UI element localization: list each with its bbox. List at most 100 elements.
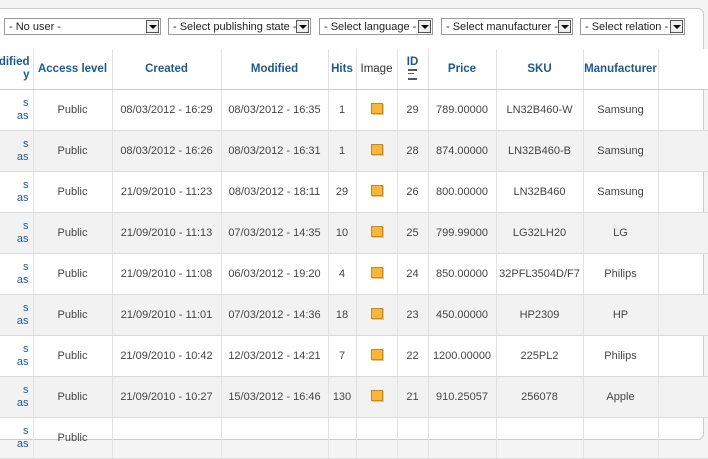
image-icon[interactable] — [370, 349, 383, 360]
author-alias[interactable]: as — [0, 356, 29, 369]
access-level-cell: Public — [33, 376, 113, 418]
modified-cell: 08/03/2012 - 18:11 — [221, 171, 329, 213]
extra-cell — [658, 89, 708, 131]
created-cell: 08/03/2012 - 16:26 — [112, 130, 222, 172]
price-cell: 874.00000 — [428, 130, 497, 172]
price-cell: 799.99000 — [428, 212, 497, 254]
author-alias[interactable]: as — [0, 438, 29, 451]
created-cell: 21/09/2010 - 11:13 — [112, 212, 222, 254]
author-link[interactable]: s — [0, 138, 29, 151]
table-row[interactable]: s as Public 21/09/2010 - 11:01 07/03/2012 - … — [0, 294, 708, 336]
id-cell: 23 — [397, 294, 429, 336]
image-cell — [356, 130, 398, 172]
table-row[interactable]: s as Public 21/09/2010 - 10:27 15/03/2012 - … — [0, 376, 708, 418]
sku-cell: 32PFL3504D/F7 — [496, 253, 584, 295]
table-row[interactable]: s as Public 21/09/2010 - 10:42 12/03/2012 - … — [0, 335, 708, 377]
access-level-cell: Public — [33, 335, 113, 377]
author-link[interactable]: s — [0, 384, 29, 397]
author-link[interactable]: s — [0, 220, 29, 233]
col-price-header[interactable]: Price — [428, 49, 497, 90]
relation-filter-select[interactable]: - Select relation - — [580, 18, 685, 35]
modified-cell: 15/03/2012 - 16:46 — [221, 376, 329, 418]
table-row[interactable]: s as Public 08/03/2012 - 16:29 08/03/2012 - … — [0, 89, 708, 131]
access-level-cell: Public — [33, 253, 113, 295]
author-alias[interactable]: as — [0, 397, 29, 410]
user-filter-select[interactable]: - No user - — [4, 18, 161, 35]
author-link[interactable]: s — [0, 425, 29, 438]
price-cell — [428, 417, 497, 459]
extra-cell — [658, 171, 708, 213]
modified-cell: 07/03/2012 - 14:35 — [221, 212, 329, 254]
id-cell: 25 — [397, 212, 429, 254]
chevron-down-icon[interactable] — [418, 20, 431, 33]
access-level-cell: Public — [33, 294, 113, 336]
author-alias[interactable]: as — [0, 110, 29, 123]
table-row[interactable]: s as Public — [0, 417, 708, 459]
image-icon[interactable] — [370, 103, 383, 114]
manufacturer-cell: HP — [583, 294, 659, 336]
image-icon[interactable] — [370, 390, 383, 401]
language-filter-value: - Select language - — [324, 21, 417, 33]
manufacturer-cell — [583, 417, 659, 459]
image-icon[interactable] — [370, 308, 383, 319]
manufacturer-cell: Samsung — [583, 89, 659, 131]
hits-cell: 7 — [328, 335, 357, 377]
chevron-down-icon[interactable] — [296, 20, 309, 33]
author-alias[interactable]: as — [0, 192, 29, 205]
extra-cell — [658, 130, 708, 172]
chevron-down-icon[interactable] — [146, 20, 159, 33]
col-access-level-header[interactable]: Access level — [33, 49, 113, 90]
language-filter-select[interactable]: - Select language - — [319, 18, 433, 35]
hits-cell: 1 — [328, 130, 357, 172]
col-id-header[interactable]: ID — [397, 49, 429, 90]
author-alias[interactable]: as — [0, 274, 29, 287]
image-icon[interactable] — [370, 267, 383, 278]
id-cell — [397, 417, 429, 459]
image-icon[interactable] — [370, 144, 383, 155]
chevron-down-icon[interactable] — [670, 20, 683, 33]
created-cell: 21/09/2010 - 11:01 — [112, 294, 222, 336]
id-cell: 21 — [397, 376, 429, 418]
col-created-header[interactable]: Created — [112, 49, 222, 90]
id-cell: 26 — [397, 171, 429, 213]
image-cell — [356, 294, 398, 336]
created-cell: 21/09/2010 - 10:42 — [112, 335, 222, 377]
table-row[interactable]: s as Public 21/09/2010 - 11:08 06/03/2012 - … — [0, 253, 708, 295]
author-alias[interactable]: as — [0, 151, 29, 164]
publishing-state-filter-value: - Select publishing state - — [173, 21, 297, 33]
author-alias[interactable]: as — [0, 315, 29, 328]
author-alias[interactable]: as — [0, 233, 29, 246]
table-row[interactable]: s as Public 21/09/2010 - 11:13 07/03/2012 - … — [0, 212, 708, 254]
relation-filter-value: - Select relation - — [585, 21, 669, 33]
access-level-cell: Public — [33, 171, 113, 213]
author-link[interactable]: s — [0, 97, 29, 110]
table-row[interactable]: s as Public 08/03/2012 - 16:26 08/03/2012 - … — [0, 130, 708, 172]
manufacturer-cell: Samsung — [583, 130, 659, 172]
modified-cell: 08/03/2012 - 16:35 — [221, 89, 329, 131]
access-level-cell: Public — [33, 212, 113, 254]
manufacturer-cell: Apple — [583, 376, 659, 418]
col-hits-header[interactable]: Hits — [328, 49, 357, 90]
sku-cell — [496, 417, 584, 459]
col-sku-header[interactable]: SKU — [496, 49, 584, 90]
chevron-down-icon[interactable] — [558, 20, 571, 33]
image-icon[interactable] — [370, 185, 383, 196]
products-table: odified y Access level Created Modified … — [0, 49, 708, 459]
image-icon[interactable] — [370, 226, 383, 237]
publishing-state-filter-select[interactable]: - Select publishing state - — [168, 18, 311, 35]
author-link[interactable]: s — [0, 343, 29, 356]
col-manufacturer-header[interactable]: Manufacturer — [583, 49, 659, 90]
author-link[interactable]: s — [0, 302, 29, 315]
manufacturer-filter-select[interactable]: - Select manufacturer - — [441, 18, 573, 35]
table-row[interactable]: s as Public 21/09/2010 - 11:23 08/03/2012 - … — [0, 171, 708, 213]
col-modified-header[interactable]: Modified — [221, 49, 329, 90]
hits-cell: 4 — [328, 253, 357, 295]
author-link[interactable]: s — [0, 261, 29, 274]
price-cell: 910.25057 — [428, 376, 497, 418]
sort-descending-icon — [408, 68, 417, 80]
access-level-cell: Public — [33, 89, 113, 131]
col-modified-by-header[interactable]: odified y — [0, 49, 34, 90]
created-cell: 21/09/2010 - 10:27 — [112, 376, 222, 418]
price-cell: 789.00000 — [428, 89, 497, 131]
author-link[interactable]: s — [0, 179, 29, 192]
